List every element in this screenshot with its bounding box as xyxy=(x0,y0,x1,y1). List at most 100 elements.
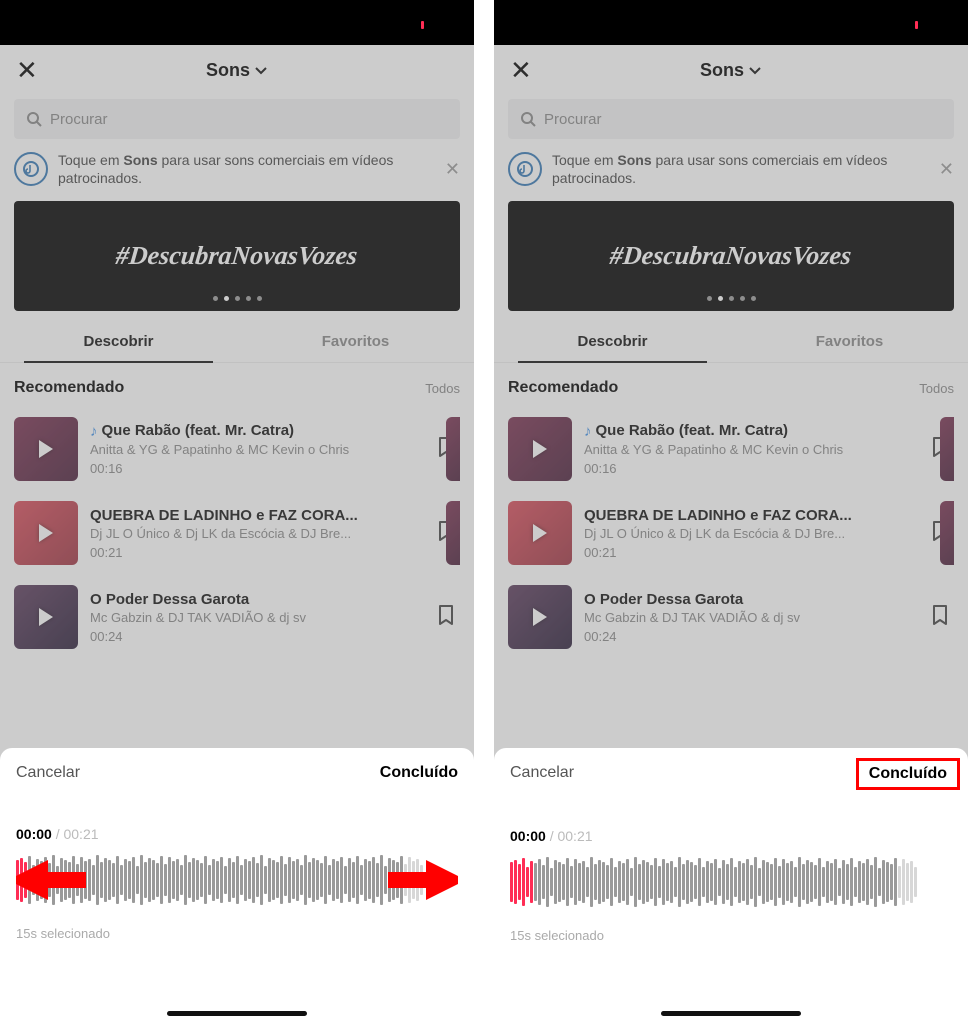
wave-bar xyxy=(530,861,533,903)
wave-bar xyxy=(690,862,693,902)
song-row[interactable]: ♪Que Rabão (feat. Mr. Catra)Anitta & YG … xyxy=(14,407,460,491)
wave-bar xyxy=(550,868,553,896)
done-button[interactable]: Concluído xyxy=(856,758,960,790)
song-thumb[interactable] xyxy=(508,501,572,565)
wave-bar xyxy=(148,858,151,902)
wave-bar xyxy=(260,855,263,905)
section-all-link[interactable]: Todos xyxy=(425,381,460,396)
song-row[interactable]: ♪Que Rabão (feat. Mr. Catra)Anitta & YG … xyxy=(508,407,954,491)
wave-bar xyxy=(96,855,99,905)
info-text: Toque em Sons para usar sons comerciais … xyxy=(552,151,929,187)
song-artist: Anitta & YG & Papatinho & MC Kevin o Chr… xyxy=(584,442,918,457)
section-all-link[interactable]: Todos xyxy=(919,381,954,396)
done-button[interactable]: Concluído xyxy=(380,764,458,782)
wave-bar xyxy=(782,859,785,905)
page-title[interactable]: Sons xyxy=(206,60,268,81)
bookmark-icon[interactable] xyxy=(436,604,456,626)
close-icon[interactable]: ✕ xyxy=(16,57,38,83)
wave-bar xyxy=(818,858,821,906)
song-meta: ♪Que Rabão (feat. Mr. Catra)Anitta & YG … xyxy=(584,422,918,476)
page-title[interactable]: Sons xyxy=(700,60,762,81)
song-thumb[interactable] xyxy=(14,417,78,481)
chevron-down-icon xyxy=(748,64,762,78)
wave-bar xyxy=(264,866,267,894)
banner-pagination xyxy=(14,296,460,301)
wave-bar xyxy=(806,860,809,904)
tabs: Descobrir Favoritos xyxy=(494,321,968,363)
song-row[interactable]: O Poder Dessa GarotaMc Gabzin & DJ TAK V… xyxy=(14,575,460,659)
song-artist: Mc Gabzin & DJ TAK VADIÃO & dj sv xyxy=(584,610,918,625)
song-thumb[interactable] xyxy=(508,585,572,649)
wave-bar xyxy=(878,868,881,896)
wave-bar xyxy=(360,865,363,895)
wave-bar xyxy=(320,863,323,897)
next-thumb-peek xyxy=(940,417,954,481)
wave-bar xyxy=(514,860,517,904)
play-icon xyxy=(39,608,53,626)
tab-discover[interactable]: Descobrir xyxy=(494,321,731,362)
wave-bar xyxy=(542,865,545,899)
music-library-icon xyxy=(14,152,48,186)
section-header: Recomendado Todos xyxy=(494,363,968,407)
wave-bar xyxy=(902,859,905,905)
song-duration: 00:16 xyxy=(90,461,424,476)
song-thumb[interactable] xyxy=(14,501,78,565)
next-thumb-peek xyxy=(940,501,954,565)
wave-bar xyxy=(224,866,227,894)
wave-bar xyxy=(304,855,307,905)
wave-bar xyxy=(176,859,179,901)
cancel-button[interactable]: Cancelar xyxy=(16,764,80,782)
wave-bar xyxy=(798,857,801,907)
wave-bar xyxy=(834,859,837,905)
waveform[interactable] xyxy=(16,852,458,908)
wave-bar xyxy=(594,864,597,900)
section-title: Recomendado xyxy=(14,379,124,397)
wave-bar xyxy=(164,864,167,896)
audio-trim-sheet: Cancelar Concluído 00:00 / 00:21 15s sel… xyxy=(494,748,968,1024)
wave-bar xyxy=(172,861,175,899)
cancel-button[interactable]: Cancelar xyxy=(510,764,574,784)
song-row[interactable]: O Poder Dessa Garota Mc Gabzin & DJ TAK V… xyxy=(508,575,954,659)
wave-bar xyxy=(368,861,371,899)
wave-bar xyxy=(730,858,733,906)
wave-bar xyxy=(184,855,187,905)
wave-bar xyxy=(534,863,537,901)
promo-banner[interactable]: #DescubraNovasVozes xyxy=(14,201,460,311)
play-icon xyxy=(533,440,547,458)
wave-bar xyxy=(862,863,865,901)
selection-label: 15s selecionado xyxy=(16,926,458,941)
waveform[interactable] xyxy=(510,854,952,910)
wave-bar xyxy=(156,863,159,897)
wave-bar xyxy=(734,867,737,897)
wave-bar xyxy=(766,862,769,902)
wave-bar xyxy=(590,857,593,907)
tab-favorites[interactable]: Favoritos xyxy=(731,321,968,362)
title-text: Sons xyxy=(700,60,744,81)
song-row[interactable]: QUEBRA DE LADINHO e FAZ CORA...Dj JL O Ú… xyxy=(508,491,954,575)
info-close-icon[interactable]: ✕ xyxy=(445,159,460,180)
search-icon xyxy=(520,111,536,127)
wave-bar xyxy=(284,864,287,896)
info-banner: Toque em Sons para usar sons comerciais … xyxy=(14,151,460,187)
tab-discover[interactable]: Descobrir xyxy=(0,321,237,362)
wave-bar xyxy=(786,863,789,901)
home-indicator xyxy=(167,1011,307,1016)
song-thumb[interactable] xyxy=(14,585,78,649)
close-icon[interactable]: ✕ xyxy=(510,57,532,83)
search-input[interactable]: Procurar xyxy=(14,99,460,139)
wave-bar xyxy=(510,862,513,902)
promo-banner[interactable]: #DescubraNovasVozes xyxy=(508,201,954,311)
tab-favorites[interactable]: Favoritos xyxy=(237,321,474,362)
wave-bar xyxy=(666,863,669,901)
wave-bar xyxy=(610,858,613,906)
wave-bar xyxy=(874,857,877,907)
song-row[interactable]: QUEBRA DE LADINHO e FAZ CORA...Dj JL O Ú… xyxy=(14,491,460,575)
search-input[interactable]: Procurar xyxy=(508,99,954,139)
info-close-icon[interactable]: ✕ xyxy=(939,159,954,180)
song-title: O Poder Dessa Garota xyxy=(584,591,918,608)
bookmark-button[interactable] xyxy=(930,604,954,631)
song-thumb[interactable] xyxy=(508,417,572,481)
wave-bar xyxy=(240,865,243,895)
bookmark-icon[interactable] xyxy=(930,604,950,626)
bookmark-button[interactable] xyxy=(436,604,460,631)
